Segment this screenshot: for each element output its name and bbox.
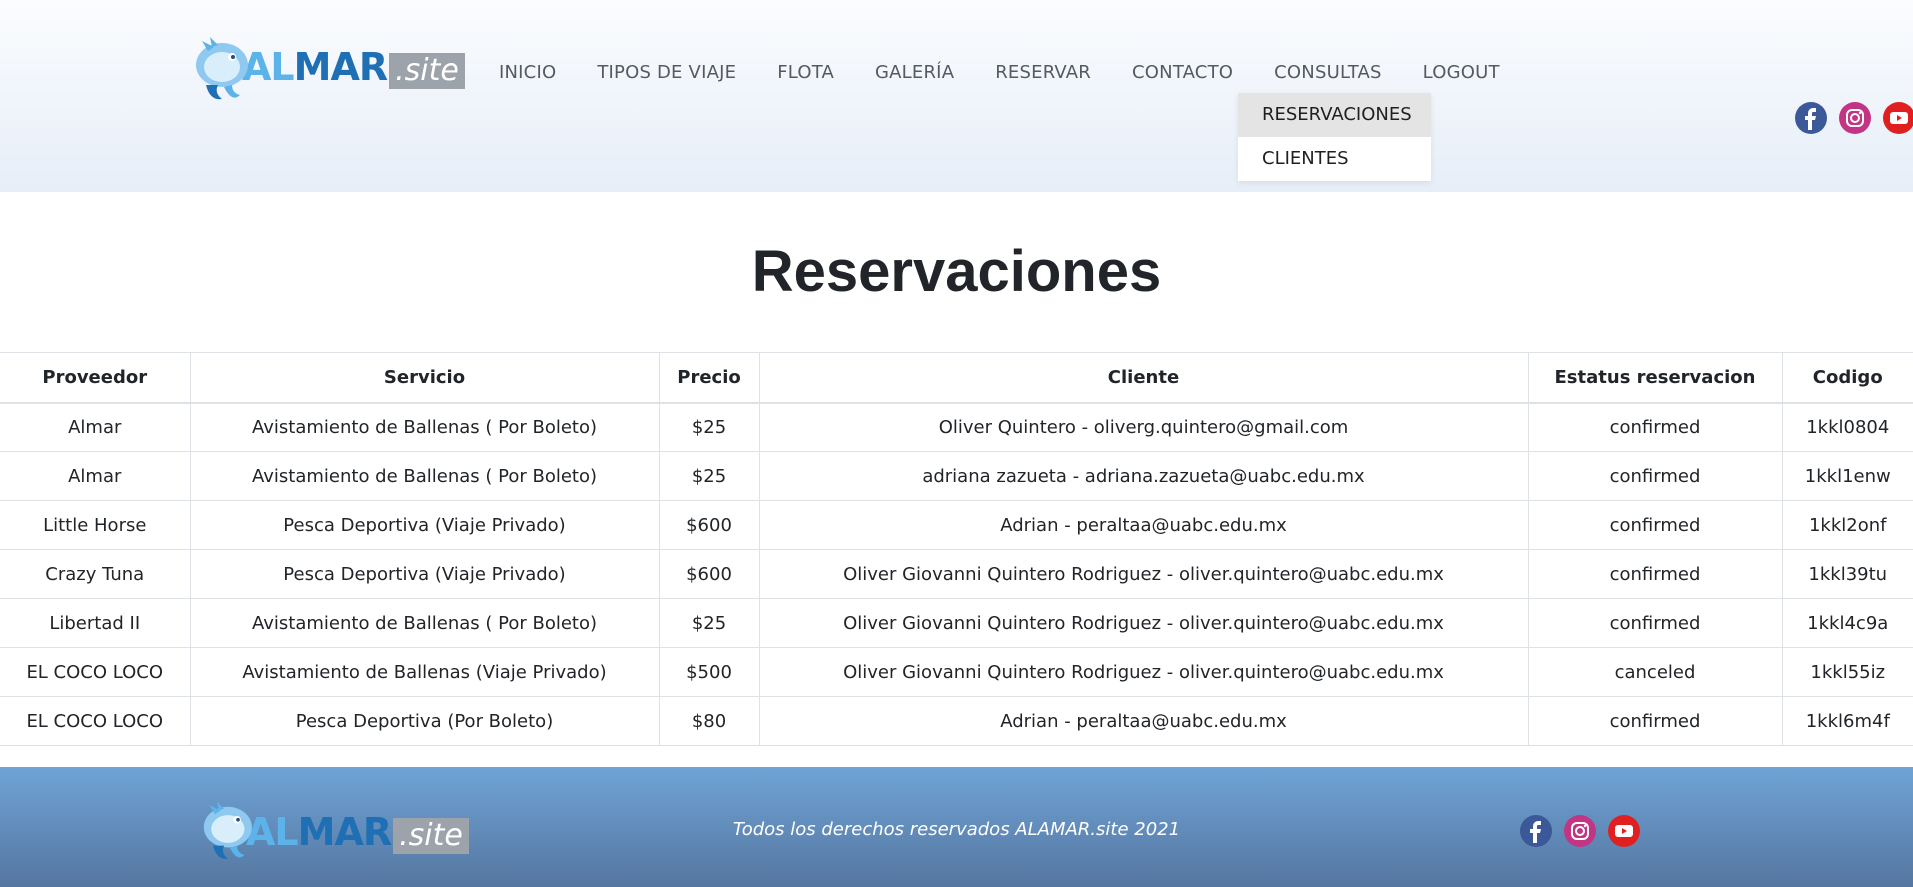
cell-codigo: 1kkl2onf [1782, 500, 1913, 550]
header-social-links [1795, 102, 1913, 134]
cell-proveedor: Crazy Tuna [0, 549, 191, 599]
nav-contacto[interactable]: CONTACTO [1132, 62, 1233, 83]
dropdown-item-clientes[interactable]: CLIENTES [1238, 137, 1431, 181]
main-nav: INICIO TIPOS DE VIAJE FLOTA GALERÍA RESE… [499, 58, 1500, 86]
cell-cliente: Oliver Giovanni Quintero Rodriguez - oli… [759, 549, 1529, 599]
column-header-cliente: Cliente [759, 352, 1529, 404]
table-row: Crazy Tuna Pesca Deportiva (Viaje Privad… [0, 549, 1913, 599]
facebook-icon[interactable] [1520, 815, 1552, 847]
cell-proveedor: Almar [0, 402, 191, 452]
cell-estatus: confirmed [1528, 500, 1783, 550]
site-logo[interactable]: AL MAR .site [188, 26, 465, 108]
youtube-icon[interactable] [1608, 815, 1640, 847]
cell-cliente: Adrian - peraltaa@uabc.edu.mx [759, 500, 1529, 550]
cell-servicio: Pesca Deportiva (Viaje Privado) [190, 500, 660, 550]
site-footer: AL MAR .site Todos los derechos reservad… [0, 767, 1913, 887]
cell-proveedor: Almar [0, 451, 191, 501]
column-header-precio: Precio [659, 352, 760, 404]
table-row: Libertad II Avistamiento de Ballenas ( P… [0, 598, 1913, 648]
nav-galeria[interactable]: GALERÍA [875, 62, 954, 83]
cell-servicio: Avistamiento de Ballenas ( Por Boleto) [190, 402, 660, 452]
nav-reservar[interactable]: RESERVAR [995, 62, 1091, 83]
table-row: Little Horse Pesca Deportiva (Viaje Priv… [0, 500, 1913, 550]
cell-cliente: adriana zazueta - adriana.zazueta@uabc.e… [759, 451, 1529, 501]
cell-proveedor: Libertad II [0, 598, 191, 648]
cell-servicio: Avistamiento de Ballenas ( Por Boleto) [190, 598, 660, 648]
cell-proveedor: EL COCO LOCO [0, 647, 191, 697]
cell-codigo: 1kkl55iz [1782, 647, 1913, 697]
cell-estatus: confirmed [1528, 451, 1783, 501]
youtube-icon[interactable] [1883, 102, 1913, 134]
facebook-icon[interactable] [1795, 102, 1827, 134]
instagram-icon[interactable] [1564, 815, 1596, 847]
cell-cliente: Oliver Giovanni Quintero Rodriguez - oli… [759, 598, 1529, 648]
logo-text-site: .site [389, 53, 465, 89]
column-header-servicio: Servicio [190, 352, 660, 404]
cell-precio: $600 [659, 500, 760, 550]
nav-consultas[interactable]: CONSULTAS [1274, 62, 1382, 83]
cell-servicio: Pesca Deportiva (Por Boleto) [190, 696, 660, 746]
fish-logo-icon [188, 27, 252, 107]
cell-estatus: canceled [1528, 647, 1783, 697]
cell-servicio: Avistamiento de Ballenas (Viaje Privado) [190, 647, 660, 697]
cell-estatus: confirmed [1528, 549, 1783, 599]
nav-tipos-de-viaje[interactable]: TIPOS DE VIAJE [597, 62, 736, 83]
nav-inicio[interactable]: INICIO [499, 62, 556, 83]
instagram-icon[interactable] [1839, 102, 1871, 134]
dropdown-item-reservaciones[interactable]: RESERVACIONES [1238, 93, 1431, 137]
cell-proveedor: Little Horse [0, 500, 191, 550]
cell-estatus: confirmed [1528, 402, 1783, 452]
cell-proveedor: EL COCO LOCO [0, 696, 191, 746]
logo-text-mar: MAR [293, 45, 388, 89]
cell-estatus: confirmed [1528, 598, 1783, 648]
table-row: EL COCO LOCO Avistamiento de Ballenas (V… [0, 647, 1913, 697]
column-header-codigo: Codigo [1782, 352, 1913, 404]
page-title: Reservaciones [751, 239, 1162, 304]
cell-codigo: 1kkl1enw [1782, 451, 1913, 501]
footer-social-links [1520, 815, 1652, 847]
cell-precio: $600 [659, 549, 760, 599]
consultas-dropdown-menu: RESERVACIONES CLIENTES [1238, 93, 1431, 181]
cell-cliente: Oliver Quintero - oliverg.quintero@gmail… [759, 402, 1529, 452]
cell-servicio: Avistamiento de Ballenas ( Por Boleto) [190, 451, 660, 501]
cell-precio: $80 [659, 696, 760, 746]
cell-cliente: Adrian - peraltaa@uabc.edu.mx [759, 696, 1529, 746]
nav-flota[interactable]: FLOTA [777, 62, 834, 83]
cell-cliente: Oliver Giovanni Quintero Rodriguez - oli… [759, 647, 1529, 697]
cell-precio: $25 [659, 402, 760, 452]
cell-codigo: 1kkl0804 [1782, 402, 1913, 452]
cell-precio: $25 [659, 598, 760, 648]
site-header: AL MAR .site INICIO TIPOS DE VIAJE FLOTA… [0, 0, 1913, 192]
table-row: Almar Avistamiento de Ballenas ( Por Bol… [0, 451, 1913, 501]
nav-logout[interactable]: LOGOUT [1423, 62, 1500, 83]
reservations-table-container: Proveedor Servicio Precio Cliente Estatu… [0, 352, 1913, 746]
cell-precio: $25 [659, 451, 760, 501]
cell-codigo: 1kkl39tu [1782, 549, 1913, 599]
table-row: EL COCO LOCO Pesca Deportiva (Por Boleto… [0, 696, 1913, 746]
cell-precio: $500 [659, 647, 760, 697]
table-header-row: Proveedor Servicio Precio Cliente Estatu… [0, 352, 1913, 404]
cell-estatus: confirmed [1528, 696, 1783, 746]
column-header-estatus: Estatus reservacion [1528, 352, 1783, 404]
reservations-table: Proveedor Servicio Precio Cliente Estatu… [0, 352, 1913, 746]
table-row: Almar Avistamiento de Ballenas ( Por Bol… [0, 402, 1913, 452]
cell-codigo: 1kkl4c9a [1782, 598, 1913, 648]
cell-servicio: Pesca Deportiva (Viaje Privado) [190, 549, 660, 599]
column-header-proveedor: Proveedor [0, 352, 191, 404]
cell-codigo: 1kkl6m4f [1782, 696, 1913, 746]
